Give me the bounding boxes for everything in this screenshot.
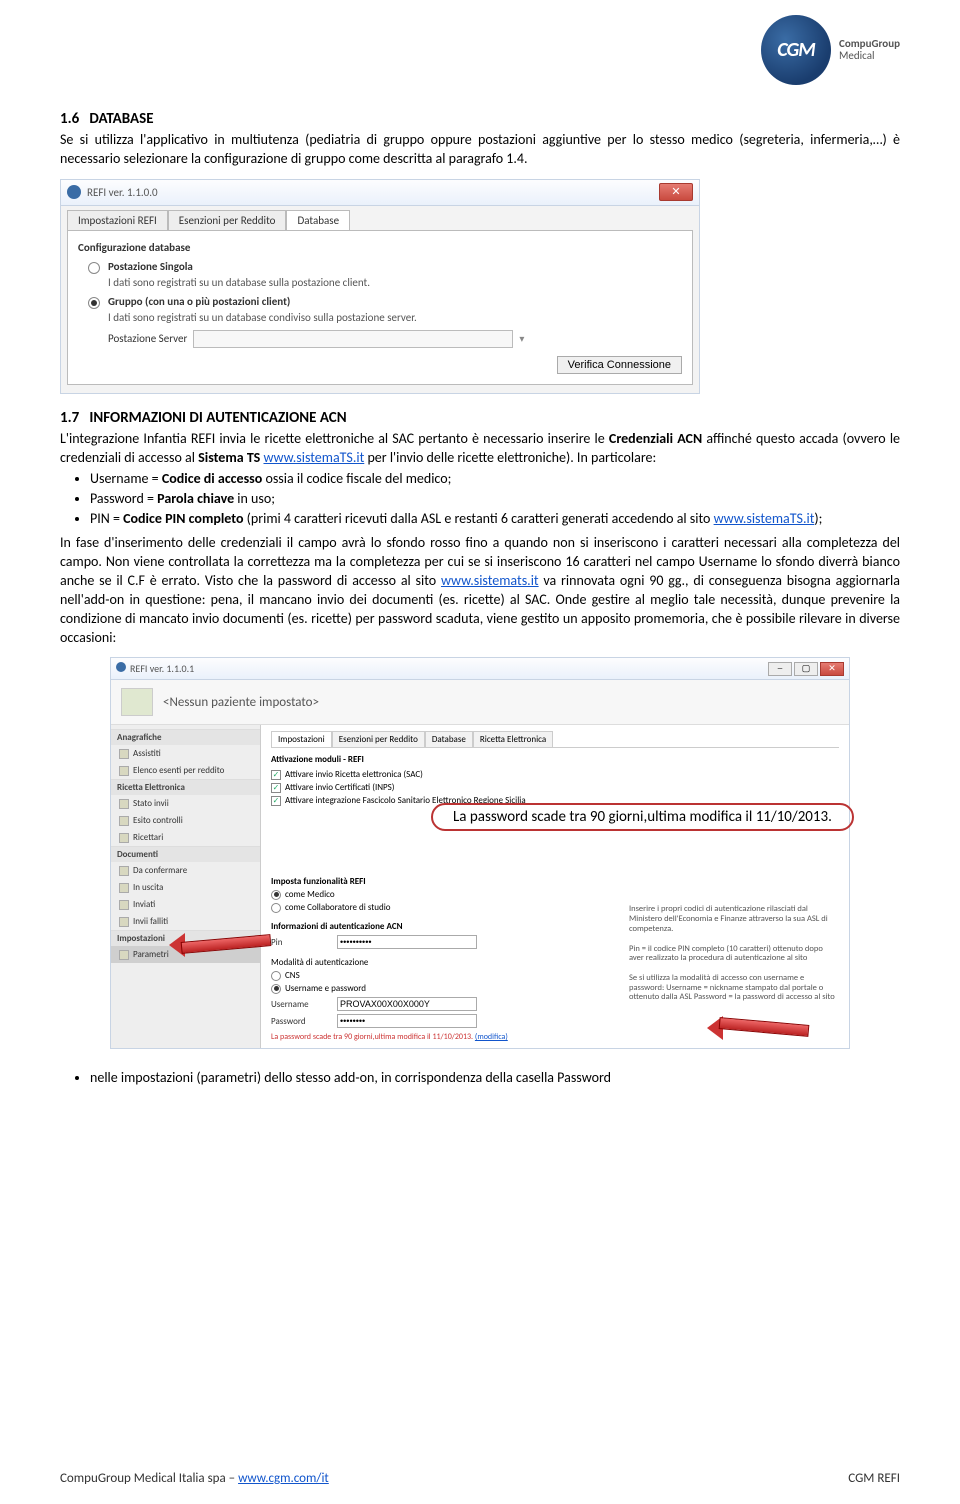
tab-impostazioni-refi[interactable]: Impostazioni REFI [67,210,168,230]
radio-postazione-singola[interactable] [88,262,100,274]
password-expiry-callout: La password scade tra 90 giorni,ultima m… [431,803,854,831]
footer-link[interactable]: www.cgm.com/it [238,1471,329,1486]
main-panel: Impostazioni Esenzioni per Reddito Datab… [261,725,849,1048]
dialog-config-database: REFI ver. 1.1.0.0 ✕ Impostazioni REFI Es… [60,179,700,394]
imposta-label: Imposta funzionalità REFI [271,876,839,887]
chk-sac[interactable] [271,770,281,780]
server-field[interactable] [193,330,513,348]
footer: CompuGroup Medical Italia spa – www.cgm.… [60,1471,900,1486]
final-bullet: nelle impostazioni (parametri) dello ste… [90,1069,900,1087]
radio-come-collab[interactable] [271,903,281,913]
password-mini-note: La password scade tra 90 giorni,ultima m… [271,1032,839,1042]
side-sec-documenti: Documenti [111,846,260,862]
credentials-list: Username = Codice di accesso ossia il co… [90,470,900,529]
username-field[interactable] [337,997,477,1011]
mtab-database[interactable]: Database [425,731,473,747]
section-1-6-heading: 1.6 DATABASE [60,110,900,128]
dropdown-icon[interactable]: ▾ [519,332,524,345]
verify-connection-button[interactable]: Verifica Connessione [557,356,682,374]
patient-bar: <Nessun paziente impostato> [111,680,849,725]
side-sec-ricetta: Ricetta Elettronica [111,779,260,795]
footer-right: CGM REFI [848,1471,900,1486]
info-block: Inserire i propri codici di autenticazio… [629,905,839,1003]
doc-icon [119,833,129,843]
panel-title: Attivazione moduli - REFI [271,754,839,765]
minimize-button[interactable]: ─ [768,662,792,676]
doc-icon [119,816,129,826]
radio-gruppo[interactable] [88,297,100,309]
server-label: Postazione Server [108,332,187,345]
opt2-desc: I dati sono registrati su un database co… [108,311,682,324]
doc-icon [119,883,129,893]
logo: CGM CompuGroup Medical [761,15,900,85]
side-esito-controlli[interactable]: Esito controlli [111,812,260,829]
opt1-desc: I dati sono registrati su un database su… [108,276,682,289]
patient-label: <Nessun paziente impostato> [163,695,319,710]
side-ricettari[interactable]: Ricettari [111,829,260,846]
side-sec-anagrafiche: Anagrafiche [111,729,260,745]
bullet-password: Password = Parola chiave in uso; [90,490,900,508]
link-sistemats-1[interactable]: www.sistemaTS.it [263,449,364,466]
radio-userpwd[interactable] [271,984,281,994]
side-elenco-esenti[interactable]: Elenco esenti per reddito [111,762,260,779]
bullet-username: Username = Codice di accesso ossia il co… [90,470,900,488]
mtab-impostazioni[interactable]: Impostazioni [271,731,332,747]
red-arrow-icon [719,1021,809,1033]
link-sistemats-2[interactable]: www.sistemaTS.it [714,510,815,527]
dialog-refi-parametri: REFI ver. 1.1.0.1 ─ ▢ ✕ <Nessun paziente… [110,657,850,1049]
doc-icon [119,900,129,910]
avatar-icon [121,688,153,716]
dialog1-titlebar: REFI ver. 1.1.0.0 ✕ [61,180,699,206]
sidebar: Anagrafiche Assistiti Elenco esenti per … [111,725,261,1048]
dialog2-titlebar: REFI ver. 1.1.0.1 ─ ▢ ✕ [111,658,849,680]
pin-field[interactable] [337,935,477,949]
password-label: Password [271,1016,331,1027]
close-button[interactable]: ✕ [659,183,693,201]
section-1-7-body: In fase d'inserimento delle credenziali … [60,534,900,647]
side-invii-falliti[interactable]: Invii falliti [111,913,260,930]
dialog1-content: Configurazione database Postazione Singo… [67,230,693,385]
side-inviati[interactable]: Inviati [111,896,260,913]
fieldset-config-db: Configurazione database [78,241,682,254]
modifica-link[interactable]: (modifica) [475,1032,508,1042]
red-arrow-icon [181,938,271,950]
side-da-confermare[interactable]: Da confermare [111,862,260,879]
chk-inps[interactable] [271,783,281,793]
password-field[interactable] [337,1014,477,1028]
pin-label: Pin [271,937,331,948]
section-1-7-heading: 1.7 INFORMAZIONI DI AUTENTICAZIONE ACN [60,409,900,427]
side-in-uscita[interactable]: In uscita [111,879,260,896]
bullet-pin: PIN = Codice PIN completo (primi 4 carat… [90,510,900,528]
list-icon [119,749,129,759]
doc-icon [119,917,129,927]
app-icon [116,662,126,672]
link-sistemats-3[interactable]: www.sistemats.it [441,572,539,589]
doc-icon [119,799,129,809]
side-stato-invii[interactable]: Stato invii [111,795,260,812]
logo-abbr: CGM [777,38,814,62]
mtab-ricetta[interactable]: Ricetta Elettronica [473,731,553,747]
doc-icon [119,866,129,876]
tab-database[interactable]: Database [286,210,350,230]
close-button[interactable]: ✕ [820,662,844,676]
list-icon [119,766,129,776]
username-label: Username [271,999,331,1010]
gear-icon [119,950,129,960]
app-icon [67,185,81,199]
footer-left: CompuGroup Medical Italia spa – www.cgm.… [60,1471,329,1486]
tab-esenzioni[interactable]: Esenzioni per Reddito [168,210,287,230]
mtab-esenzioni[interactable]: Esenzioni per Reddito [332,731,425,747]
logo-badge: CGM [761,15,831,85]
side-assistiti[interactable]: Assistiti [111,745,260,762]
maximize-button[interactable]: ▢ [794,662,818,676]
section-1-7-intro: L'integrazione Infantia REFI invia le ri… [60,430,900,468]
radio-come-medico[interactable] [271,890,281,900]
logo-text: CompuGroup Medical [839,38,900,62]
section-1-6-body: Se si utilizza l'applicativo in multiute… [60,131,900,169]
dialog1-title: REFI ver. 1.1.0.0 [87,186,158,199]
final-bullet-list: nelle impostazioni (parametri) dello ste… [90,1069,900,1087]
chk-fse[interactable] [271,796,281,806]
radio-cns[interactable] [271,971,281,981]
